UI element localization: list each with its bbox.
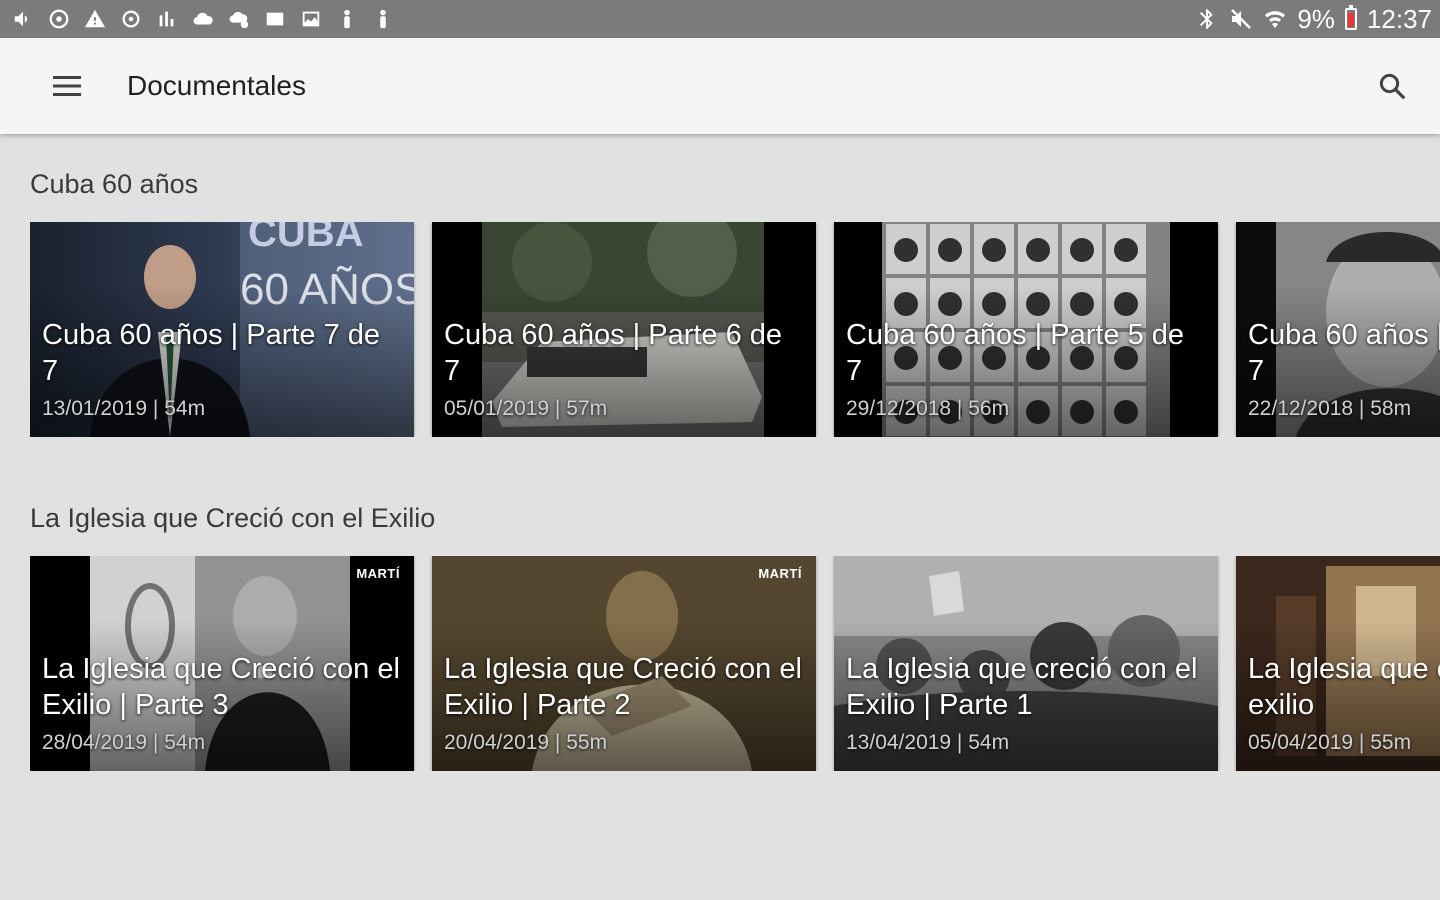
battery-icon	[1344, 5, 1357, 30]
card-meta: 20/04/2019 | 55m	[444, 731, 608, 754]
card-meta: 05/04/2019 | 55m	[1248, 731, 1412, 754]
search-button[interactable]	[1372, 66, 1412, 106]
mute-icon	[1231, 9, 1252, 29]
card-title: Cuba 60 años | Parte 7 de 7	[42, 319, 381, 387]
settings-icon	[120, 8, 142, 30]
news-icon	[264, 8, 286, 30]
figure-alt-icon	[372, 8, 394, 30]
chart-app-icon	[156, 8, 178, 30]
menu-button[interactable]	[46, 68, 88, 104]
video-card[interactable]: La Iglesia que creció con el exilio 05/0…	[1236, 556, 1440, 771]
card-title: La Iglesia que Creció con el Exilio | Pa…	[42, 653, 400, 721]
notification-icons	[12, 8, 394, 30]
section-title: Cuba 60 años	[30, 169, 199, 199]
card-meta: 28/04/2019 | 54m	[42, 731, 206, 754]
channel-logo: MARTÍ	[758, 566, 802, 581]
section-cuba-60: Cuba 60 años CUBA 60 AÑOS Cuba 60 años |…	[0, 134, 1440, 454]
card-title: La Iglesia que creció con el exilio	[1248, 653, 1440, 721]
cloud-sync-icon	[228, 8, 250, 30]
video-card[interactable]: Cuba 60 años | Parte 6 de 7 05/01/2019 |…	[432, 222, 816, 437]
figure-icon	[336, 8, 358, 30]
card-title: La Iglesia que Creció con el Exilio | Pa…	[444, 653, 802, 721]
video-card[interactable]: La Iglesia que creció con el Exilio | Pa…	[834, 556, 1218, 771]
clock: 12:37	[1366, 3, 1432, 34]
hamburger-icon	[53, 76, 81, 96]
card-row: MARTÍ La Iglesia que Creció con el Exili…	[30, 556, 1440, 771]
battery-percent: 9%	[1297, 3, 1335, 34]
section-iglesia-exilio: La Iglesia que Creció con el Exilio MART…	[0, 468, 1440, 788]
video-card[interactable]: CUBA 60 AÑOS Cuba 60 años | Parte 7 de 7…	[30, 222, 414, 437]
search-icon	[1379, 73, 1405, 99]
card-title: Cuba 60 años | Parte 4 de 7	[1248, 319, 1440, 387]
card-title: La Iglesia que creció con el Exilio | Pa…	[846, 653, 1198, 721]
card-meta: 13/04/2019 | 54m	[846, 731, 1010, 754]
app-bar: Documentales	[0, 38, 1440, 134]
status-bar: 9% 12:37	[0, 0, 1440, 38]
sync-icon	[48, 8, 70, 30]
card-meta: 22/12/2018 | 58m	[1248, 397, 1412, 420]
video-card[interactable]: Cuba 60 años | Parte 5 de 7 29/12/2018 |…	[834, 222, 1218, 437]
card-meta: 05/01/2019 | 57m	[444, 397, 608, 420]
card-title: Cuba 60 años | Parte 5 de 7	[846, 319, 1185, 387]
channel-logo: MARTÍ	[356, 566, 400, 581]
video-card[interactable]: MARTÍ La Iglesia que Creció con el Exili…	[30, 556, 414, 771]
card-row: CUBA 60 AÑOS Cuba 60 años | Parte 7 de 7…	[30, 222, 1440, 437]
bluetooth-icon	[1200, 9, 1214, 29]
card-title: Cuba 60 años | Parte 6 de 7	[444, 319, 783, 387]
section-title: La Iglesia que Creció con el Exilio	[30, 503, 436, 533]
warning-icon	[84, 8, 106, 30]
video-card[interactable]: Cuba 60 años | Parte 4 de 7 22/12/2018 |…	[1236, 222, 1440, 437]
cloud-icon	[192, 8, 214, 30]
image-icon	[300, 8, 322, 30]
volume-icon	[12, 8, 34, 30]
page-title: Documentales	[127, 70, 306, 101]
video-card[interactable]: MARTÍ La Iglesia que Creció con el Exili…	[432, 556, 816, 771]
system-icons: 9% 12:37	[1195, 4, 1432, 35]
wifi-icon	[1265, 11, 1286, 28]
card-meta: 13/01/2019 | 54m	[42, 397, 206, 420]
card-meta: 29/12/2018 | 56m	[846, 397, 1010, 420]
